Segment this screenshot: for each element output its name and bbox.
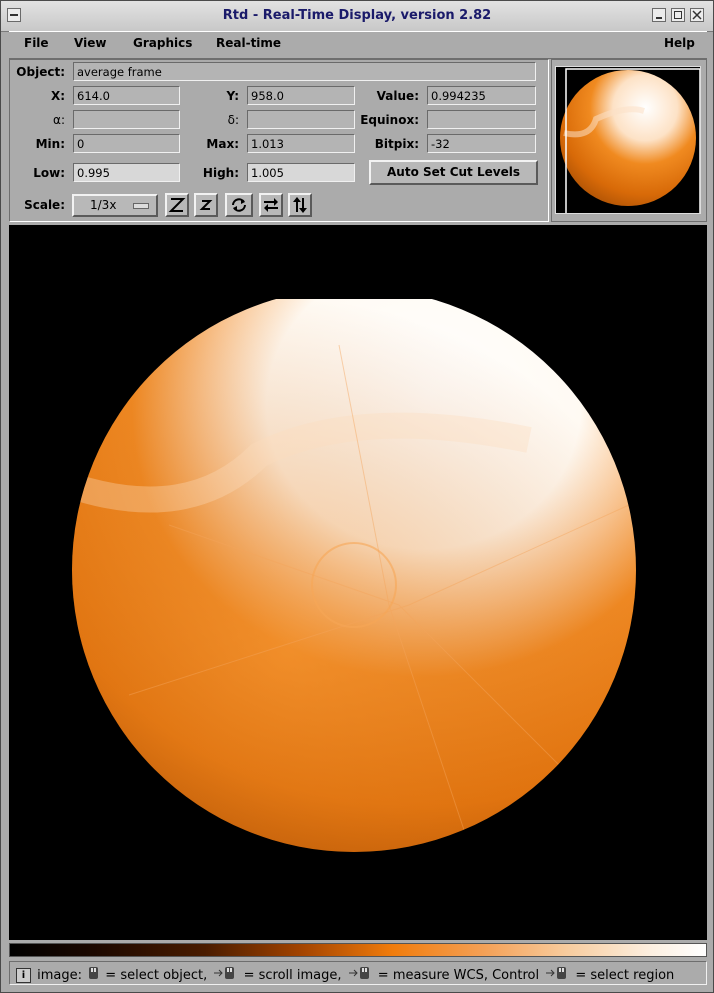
status-image-label: image: [37,968,83,983]
image-render [9,225,707,852]
zoom-out-button[interactable] [194,193,218,217]
zoom-out-icon [199,200,213,210]
close-icon[interactable] [690,8,704,22]
scale-value: 1/3x [90,198,117,212]
x-field: 614.0 [73,86,180,105]
info-icon: i [16,968,31,983]
panner-image [560,68,700,213]
auto-set-cut-levels-button[interactable]: Auto Set Cut Levels [369,160,538,185]
menu-view[interactable]: View [74,36,106,50]
min-label: Min: [35,137,65,151]
scale-label: Scale: [24,198,65,212]
max-label: Max: [206,137,239,151]
low-label: Low: [33,166,65,180]
option-menu-indicator-icon [133,203,149,209]
alpha-field [73,110,180,129]
object-label: Object: [16,65,65,79]
status-select-object: = select object, [105,968,208,983]
panner-thumbnail[interactable] [555,66,701,214]
status-select-region: = select region [575,968,675,983]
menu-bar: File View Graphics Real-time Help [9,31,707,59]
rtd-window: Rtd - Real-Time Display, version 2.82 Fi… [0,0,714,993]
menu-realtime[interactable]: Real-time [216,36,281,50]
menu-help[interactable]: Help [664,36,695,50]
bitpix-field: -32 [427,134,536,153]
scale-menu-button[interactable]: 1/3x [72,194,158,217]
minimize-icon[interactable] [652,8,666,22]
colorbar [9,943,707,957]
image-canvas[interactable] [9,225,707,940]
value-label: Value: [376,89,419,103]
menu-file[interactable]: File [24,36,49,50]
equinox-label: Equinox: [360,113,419,127]
delta-field [247,110,355,129]
value-field: 0.994235 [427,86,536,105]
x-label: X: [50,89,65,103]
mouse-button-icon [89,966,99,979]
delta-label: δ: [227,113,239,127]
rotate-button[interactable] [225,193,253,217]
high-label: High: [202,166,239,180]
object-field: average frame [73,62,536,81]
y-field: 958.0 [247,86,355,105]
y-label: Y: [226,89,239,103]
menu-graphics[interactable]: Graphics [133,36,192,50]
flip-y-icon [293,197,307,213]
status-scroll-image: = scroll image, [243,968,342,983]
alpha-label: α: [53,113,65,127]
equinox-field [427,110,536,129]
window-title: Rtd - Real-Time Display, version 2.82 [222,8,492,23]
flip-x-icon [264,198,278,212]
low-cut-input[interactable]: 0.995 [73,163,180,182]
zoom-in-button[interactable] [165,193,189,217]
max-field: 1.013 [247,134,355,153]
status-measure-wcs: = measure WCS, Control [377,968,540,983]
zoom-in-icon [168,198,186,212]
shift-mouse-button-icon [214,966,235,979]
flip-y-button[interactable] [288,193,312,217]
drag-mouse-button-icon [348,966,369,979]
high-cut-input[interactable]: 1.005 [247,163,355,182]
rotate-icon [232,198,246,212]
flip-x-button[interactable] [259,193,283,217]
control-mouse-button-icon [546,966,567,979]
title-bar: Rtd - Real-Time Display, version 2.82 [1,1,713,32]
bitpix-label: Bitpix: [374,137,419,151]
status-bar: i image: = select object, = scroll image… [9,961,707,985]
min-field: 0 [73,134,180,153]
panner-frame [551,59,707,222]
maximize-icon[interactable] [671,8,685,22]
